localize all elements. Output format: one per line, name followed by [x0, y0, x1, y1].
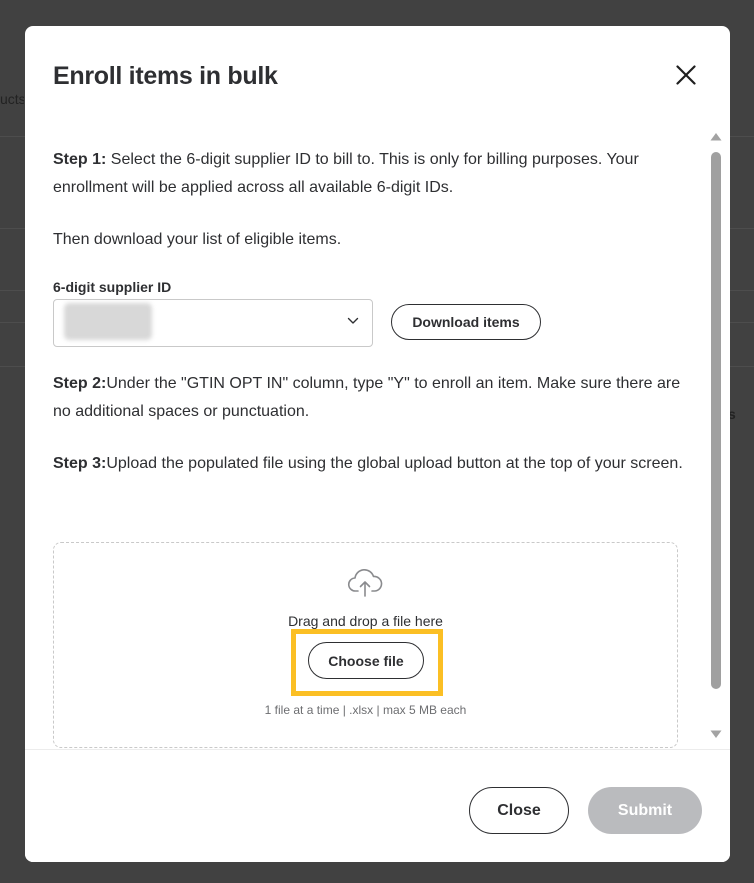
close-dialog-button[interactable] — [671, 60, 701, 90]
upload-hint: 1 file at a time | .xlsx | max 5 MB each — [264, 703, 467, 717]
chevron-down-icon — [347, 317, 359, 324]
scrollbar-thumb[interactable] — [711, 152, 721, 689]
file-dropzone[interactable]: Drag and drop a file here Choose file 1 … — [53, 542, 678, 748]
enroll-bulk-dialog: Enroll items in bulk Step 1: Select the … — [25, 26, 730, 862]
cloud-upload-icon — [347, 568, 383, 597]
download-instruction: Then download your list of eligible item… — [53, 231, 342, 248]
supplier-id-label: 6-digit supplier ID — [53, 279, 172, 295]
redacted-supplier-value — [64, 303, 152, 340]
step-2-paragraph: Step 2:Under the "GTIN OPT IN" column, t… — [53, 370, 683, 426]
step-2-text: Under the "GTIN OPT IN" column, type "Y"… — [53, 375, 681, 420]
scroll-up-arrow-icon[interactable] — [710, 132, 722, 141]
choose-file-button[interactable]: Choose file — [308, 642, 424, 679]
submit-button[interactable]: Submit — [588, 787, 702, 834]
dialog-footer: Close Submit — [25, 749, 730, 862]
step-1-paragraph: Step 1: Select the 6-digit supplier ID t… — [53, 146, 683, 202]
supplier-id-select[interactable] — [53, 299, 373, 347]
dialog-title: Enroll items in bulk — [53, 62, 278, 90]
close-icon — [676, 65, 696, 85]
close-button[interactable]: Close — [469, 787, 569, 834]
step-1-text: Select the 6-digit supplier ID to bill t… — [53, 151, 639, 196]
scroll-down-arrow-icon[interactable] — [710, 730, 722, 739]
dialog-scrollbar[interactable] — [708, 128, 724, 748]
drag-drop-text: Drag and drop a file here — [288, 613, 443, 629]
step-2-label: Step 2: — [53, 375, 107, 392]
step-1-label: Step 1: — [53, 151, 107, 168]
dialog-body[interactable]: Step 1: Select the 6-digit supplier ID t… — [25, 126, 730, 749]
step-3-paragraph: Step 3:Upload the populated file using t… — [53, 450, 683, 478]
step-3-label: Step 3: — [53, 455, 107, 472]
download-items-button[interactable]: Download items — [391, 304, 541, 340]
background-text-fragment: ucts — [0, 91, 24, 107]
step-3-text: Upload the populated file using the glob… — [106, 455, 683, 472]
